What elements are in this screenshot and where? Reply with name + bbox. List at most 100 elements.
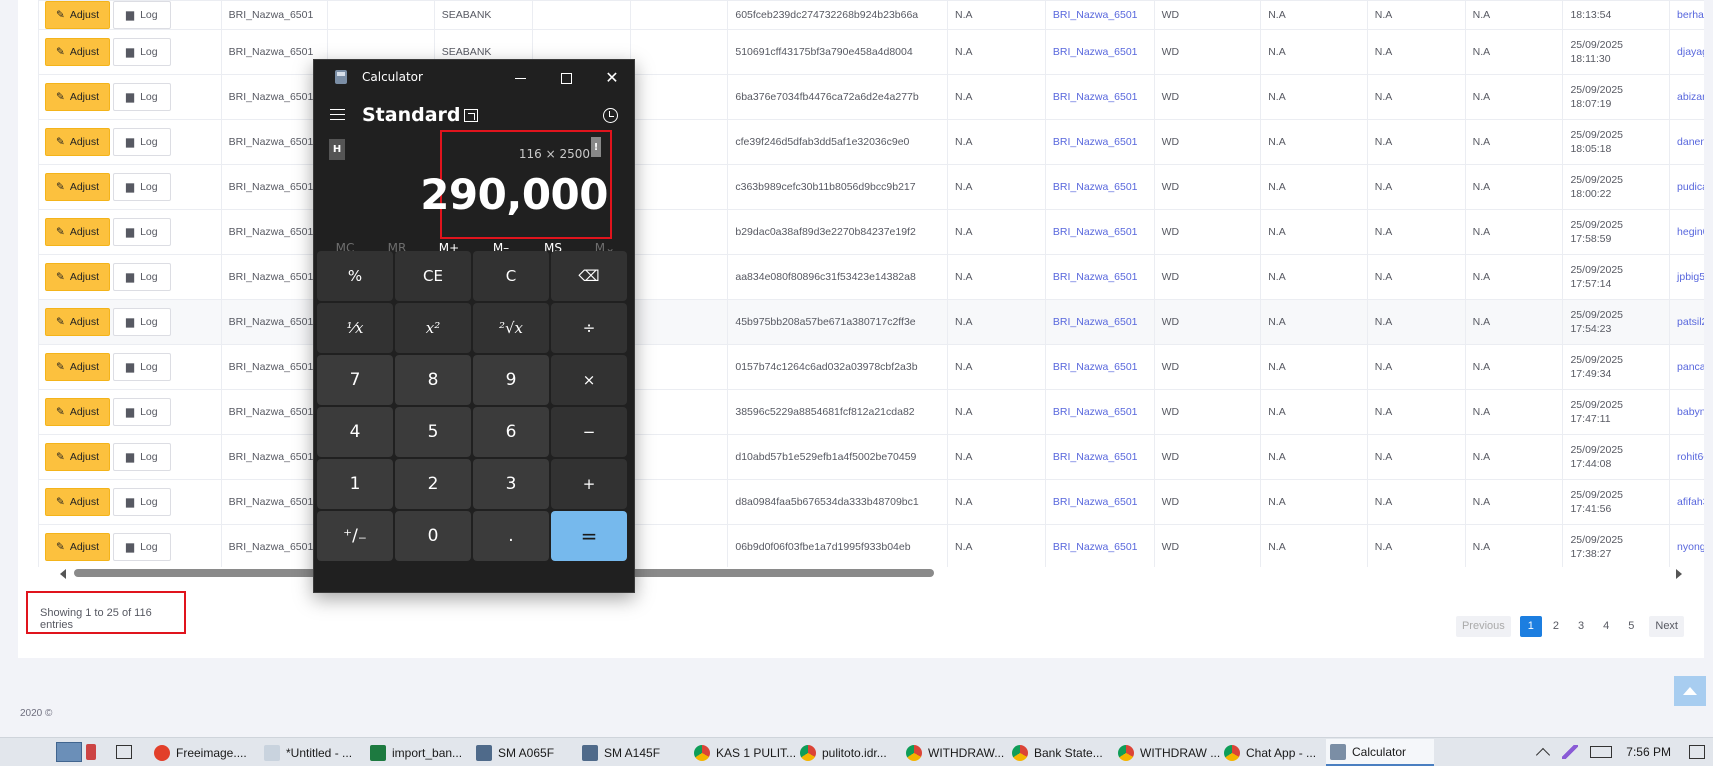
account-link-cell[interactable]: BRI_Nazwa_6501	[1044, 434, 1155, 480]
taskbar-item-freeimage[interactable]: Freeimage....	[150, 739, 251, 766]
maximize-button[interactable]	[544, 64, 588, 92]
keyboard-icon[interactable]	[1590, 746, 1613, 758]
key-8[interactable]: 8	[395, 355, 471, 405]
clock[interactable]: 7:56 PM	[1626, 745, 1671, 759]
taskbar-item-chat-app[interactable]: Chat App - ...	[1220, 739, 1320, 766]
taskbar-item-calculator[interactable]: Calculator	[1326, 739, 1434, 766]
history-icon[interactable]	[603, 108, 618, 123]
previous-page-button[interactable]: Previous	[1455, 616, 1511, 637]
log-button[interactable]: ▆ Log	[113, 1, 171, 29]
task-view-icon[interactable]	[116, 745, 132, 759]
calculator-titlebar[interactable]: Calculator ✕	[314, 60, 634, 94]
adjust-button[interactable]: ✎ Adjust	[45, 353, 110, 381]
adjust-button[interactable]: ✎ Adjust	[45, 218, 110, 246]
user-cell[interactable]: rohit666	[1669, 434, 1704, 480]
navigation-menu-icon[interactable]	[330, 109, 345, 124]
equals-key[interactable]: =	[551, 511, 627, 561]
adjust-button[interactable]: ✎ Adjust	[45, 263, 110, 291]
add-key[interactable]: +	[551, 459, 627, 509]
notification-icon[interactable]	[1689, 745, 1705, 759]
key-3[interactable]: 3	[473, 459, 549, 509]
pen-icon[interactable]	[1562, 745, 1579, 759]
taskbar-item-excel[interactable]: import_ban...	[366, 739, 466, 766]
adjust-button[interactable]: ✎ Adjust	[45, 533, 110, 561]
adjust-button[interactable]: ✎ Adjust	[45, 38, 110, 66]
page-2-button[interactable]: 2	[1545, 616, 1567, 637]
log-button[interactable]: ▆ Log	[113, 443, 171, 471]
account-link-cell[interactable]: BRI_Nazwa_6501	[1044, 209, 1155, 255]
taskbar-item-pulitoto[interactable]: pulitoto.idr...	[796, 739, 891, 766]
horizontal-scrollbar[interactable]	[38, 567, 1704, 581]
subtract-key[interactable]: −	[551, 407, 627, 457]
account-link-cell[interactable]: BRI_Nazwa_6501	[1044, 119, 1155, 165]
log-button[interactable]: ▆ Log	[113, 308, 171, 336]
log-button[interactable]: ▆ Log	[113, 353, 171, 381]
user-cell[interactable]: afifah3	[1669, 479, 1704, 525]
minimize-button[interactable]	[498, 64, 542, 92]
key-2[interactable]: 2	[395, 459, 471, 509]
taskbar-item-withdraw-2[interactable]: WITHDRAW ...	[1114, 739, 1224, 766]
log-button[interactable]: ▆ Log	[113, 488, 171, 516]
clear-entry-key[interactable]: CE	[395, 251, 471, 301]
log-button[interactable]: ▆ Log	[113, 533, 171, 561]
page-3-button[interactable]: 3	[1570, 616, 1592, 637]
adjust-button[interactable]: ✎ Adjust	[45, 443, 110, 471]
show-hidden-icons-icon[interactable]	[1536, 747, 1551, 762]
log-button[interactable]: ▆ Log	[113, 218, 171, 246]
taskbar-item-kas[interactable]: KAS 1 PULIT...	[690, 739, 800, 766]
key-5[interactable]: 5	[395, 407, 471, 457]
multiply-key[interactable]: ×	[551, 355, 627, 405]
scroll-right-icon[interactable]	[1676, 569, 1682, 579]
user-cell[interactable]: djayagacor78	[1669, 29, 1704, 75]
decimal-key[interactable]: .	[473, 511, 549, 561]
user-cell[interactable]: babynicdar	[1669, 389, 1704, 435]
account-link-cell[interactable]: BRI_Nazwa_6501	[1044, 254, 1155, 300]
user-cell[interactable]: danendra182	[1669, 119, 1704, 165]
taskbar-item-withdraw-1[interactable]: WITHDRAW...	[902, 739, 1008, 766]
square-root-key[interactable]: ²√x	[473, 303, 549, 353]
key-6[interactable]: 6	[473, 407, 549, 457]
taskbar-item-sm-a065f[interactable]: SM A065F	[472, 739, 558, 766]
account-link-cell[interactable]: BRI_Nazwa_6501	[1044, 389, 1155, 435]
account-link-cell[interactable]: BRI_Nazwa_6501	[1044, 344, 1155, 390]
page-4-button[interactable]: 4	[1595, 616, 1617, 637]
backspace-key[interactable]: ⌫	[551, 251, 627, 301]
user-cell[interactable]: pancarkan	[1669, 344, 1704, 390]
user-cell[interactable]: nyong1	[1669, 524, 1704, 567]
user-cell[interactable]: pudicahyo03	[1669, 164, 1704, 210]
account-link-cell[interactable]: BRI_Nazwa_6501	[1044, 0, 1155, 30]
log-button[interactable]: ▆ Log	[113, 263, 171, 291]
percent-key[interactable]: %	[317, 251, 393, 301]
scroll-left-icon[interactable]	[60, 569, 66, 579]
key-1[interactable]: 1	[317, 459, 393, 509]
user-cell[interactable]: berhasil97	[1669, 0, 1704, 30]
key-4[interactable]: 4	[317, 407, 393, 457]
desktop-icon[interactable]	[56, 742, 82, 762]
log-button[interactable]: ▆ Log	[113, 398, 171, 426]
user-cell[interactable]: patsil255	[1669, 299, 1704, 345]
adjust-button[interactable]: ✎ Adjust	[45, 83, 110, 111]
user-cell[interactable]: jpbig589	[1669, 254, 1704, 300]
divide-key[interactable]: ÷	[551, 303, 627, 353]
log-button[interactable]: ▆ Log	[113, 83, 171, 111]
user-cell[interactable]: abizar20	[1669, 74, 1704, 120]
page-5-button[interactable]: 5	[1620, 616, 1642, 637]
account-link-cell[interactable]: BRI_Nazwa_6501	[1044, 74, 1155, 120]
user-cell[interactable]: hegin0010	[1669, 209, 1704, 255]
adjust-button[interactable]: ✎ Adjust	[45, 488, 110, 516]
account-link-cell[interactable]: BRI_Nazwa_6501	[1044, 479, 1155, 525]
close-button[interactable]: ✕	[590, 64, 634, 92]
adjust-button[interactable]: ✎ Adjust	[45, 398, 110, 426]
clear-key[interactable]: C	[473, 251, 549, 301]
account-link-cell[interactable]: BRI_Nazwa_6501	[1044, 164, 1155, 210]
log-button[interactable]: ▆ Log	[113, 128, 171, 156]
keep-on-top-icon[interactable]	[464, 109, 478, 122]
taskbar-item-sm-a145f[interactable]: SM A145F	[578, 739, 664, 766]
taskbar-item-bank-statement[interactable]: Bank State...	[1008, 739, 1107, 766]
log-button[interactable]: ▆ Log	[113, 173, 171, 201]
next-page-button[interactable]: Next	[1649, 616, 1684, 637]
log-button[interactable]: ▆ Log	[113, 38, 171, 66]
account-link-cell[interactable]: BRI_Nazwa_6501	[1044, 29, 1155, 75]
adjust-button[interactable]: ✎ Adjust	[45, 173, 110, 201]
adjust-button[interactable]: ✎ Adjust	[45, 1, 110, 29]
